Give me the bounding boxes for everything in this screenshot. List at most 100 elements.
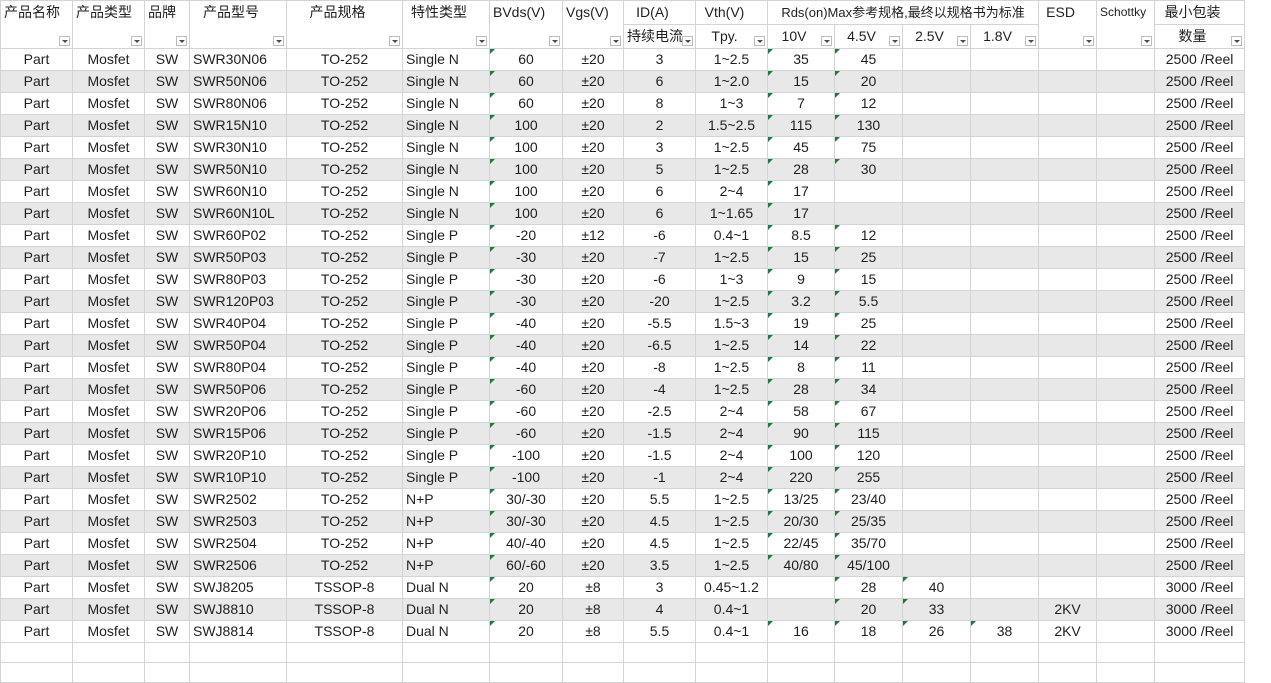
cell-brand[interactable]: SW <box>144 268 190 291</box>
cell-rds-10v[interactable]: 17 <box>767 202 835 225</box>
cell-package[interactable]: TO-252 <box>286 180 403 203</box>
cell-rds-18v[interactable] <box>969 488 1040 511</box>
cell-id[interactable]: 4 <box>623 598 696 621</box>
cell-rds-45v[interactable]: 255 <box>834 466 903 489</box>
empty-cell[interactable] <box>834 642 903 663</box>
cell-minpack[interactable]: 2500 /Reel <box>1154 356 1246 379</box>
cell-rds-45v[interactable]: 67 <box>834 400 903 423</box>
cell-vgs[interactable]: ±20 <box>562 466 624 489</box>
cell-package[interactable]: TSSOP-8 <box>286 576 403 599</box>
cell-vgs[interactable]: ±12 <box>562 224 624 247</box>
cell-schottky[interactable] <box>1096 356 1156 379</box>
cell-type[interactable]: Mosfet <box>72 422 145 445</box>
cell-rds-10v[interactable]: 28 <box>767 378 835 401</box>
cell-id[interactable]: -6.5 <box>623 334 696 357</box>
empty-cell[interactable] <box>0 662 73 683</box>
cell-feature[interactable]: Single N <box>402 114 490 137</box>
empty-cell[interactable] <box>189 642 287 663</box>
cell-package[interactable]: TO-252 <box>286 466 403 489</box>
cell-type[interactable]: Mosfet <box>72 70 145 93</box>
cell-feature[interactable]: Dual N <box>402 598 490 621</box>
cell-rds-25v[interactable] <box>902 268 971 291</box>
cell-vth[interactable]: 1~2.5 <box>695 510 768 533</box>
filter-dropdown-icon[interactable] <box>273 36 284 46</box>
cell-esd[interactable] <box>1038 312 1098 335</box>
cell-minpack[interactable]: 2500 /Reel <box>1154 136 1246 159</box>
cell-package[interactable]: TO-252 <box>286 70 403 93</box>
filter-dropdown-icon[interactable] <box>59 36 70 46</box>
cell-minpack[interactable]: 3000 /Reel <box>1154 620 1246 643</box>
cell-schottky[interactable] <box>1096 422 1156 445</box>
cell-rds-25v[interactable] <box>902 510 971 533</box>
cell-rds-25v[interactable]: 33 <box>902 598 971 621</box>
cell-vth[interactable]: 1.5~3 <box>695 312 768 335</box>
cell-bvds[interactable]: 20 <box>489 620 563 643</box>
cell-bvds[interactable]: 20 <box>489 576 563 599</box>
cell-esd[interactable] <box>1038 378 1098 401</box>
cell-feature[interactable]: Single P <box>402 378 490 401</box>
cell-rds-10v[interactable]: 19 <box>767 312 835 335</box>
cell-schottky[interactable] <box>1096 532 1156 555</box>
cell-bvds[interactable]: 30/-30 <box>489 488 563 511</box>
cell-id[interactable]: -6 <box>623 268 696 291</box>
cell-vgs[interactable]: ±20 <box>562 180 624 203</box>
cell-id[interactable]: -1.5 <box>623 444 696 467</box>
cell-vgs[interactable]: ±20 <box>562 334 624 357</box>
cell-model[interactable]: SWR120P03 <box>189 290 287 313</box>
cell-rds-18v[interactable] <box>969 268 1040 291</box>
cell-minpack[interactable]: 2500 /Reel <box>1154 70 1246 93</box>
cell-rds-18v[interactable] <box>969 422 1040 445</box>
cell-minpack[interactable]: 2500 /Reel <box>1154 422 1246 445</box>
cell-type[interactable]: Mosfet <box>72 620 145 643</box>
cell-vth[interactable]: 1~1.65 <box>695 202 768 225</box>
cell-rds-25v[interactable] <box>902 466 971 489</box>
cell-type[interactable]: Mosfet <box>72 510 145 533</box>
empty-cell[interactable] <box>286 642 403 663</box>
filter-dropdown-icon[interactable] <box>957 36 968 46</box>
cell-package[interactable]: TO-252 <box>286 532 403 555</box>
cell-vth[interactable]: 1~2.5 <box>695 356 768 379</box>
cell-model[interactable]: SWR10P10 <box>189 466 287 489</box>
cell-schottky[interactable] <box>1096 598 1156 621</box>
cell-vth[interactable]: 1~3 <box>695 92 768 115</box>
cell-brand[interactable]: SW <box>144 224 190 247</box>
cell-model[interactable]: SWR50N10 <box>189 158 287 181</box>
cell-id[interactable]: 3 <box>623 576 696 599</box>
cell-schottky[interactable] <box>1096 48 1156 71</box>
cell-vth[interactable]: 1~2.5 <box>695 334 768 357</box>
cell-type[interactable]: Mosfet <box>72 180 145 203</box>
cell-name[interactable]: Part <box>0 554 73 577</box>
cell-feature[interactable]: Single N <box>402 158 490 181</box>
cell-rds-45v[interactable]: 23/40 <box>834 488 903 511</box>
cell-bvds[interactable]: -30 <box>489 246 563 269</box>
cell-model[interactable]: SWR2506 <box>189 554 287 577</box>
cell-rds-25v[interactable] <box>902 70 971 93</box>
cell-name[interactable]: Part <box>0 466 73 489</box>
cell-minpack[interactable]: 2500 /Reel <box>1154 532 1246 555</box>
cell-type[interactable]: Mosfet <box>72 444 145 467</box>
cell-feature[interactable]: Single P <box>402 312 490 335</box>
cell-rds-25v[interactable] <box>902 158 971 181</box>
cell-feature[interactable]: Single P <box>402 356 490 379</box>
cell-model[interactable]: SWR50P04 <box>189 334 287 357</box>
cell-id[interactable]: 3 <box>623 48 696 71</box>
cell-rds-10v[interactable]: 28 <box>767 158 835 181</box>
cell-rds-25v[interactable] <box>902 488 971 511</box>
cell-rds-10v[interactable]: 35 <box>767 48 835 71</box>
cell-minpack[interactable]: 2500 /Reel <box>1154 158 1246 181</box>
cell-rds-10v[interactable]: 3.2 <box>767 290 835 313</box>
cell-package[interactable]: TO-252 <box>286 158 403 181</box>
cell-vth[interactable]: 1.5~2.5 <box>695 114 768 137</box>
cell-rds-25v[interactable]: 26 <box>902 620 971 643</box>
cell-vth[interactable]: 1~2.5 <box>695 136 768 159</box>
cell-model[interactable]: SWJ8810 <box>189 598 287 621</box>
cell-type[interactable]: Mosfet <box>72 202 145 225</box>
cell-bvds[interactable]: -60 <box>489 422 563 445</box>
cell-schottky[interactable] <box>1096 290 1156 313</box>
cell-rds-10v[interactable]: 13/25 <box>767 488 835 511</box>
cell-name[interactable]: Part <box>0 268 73 291</box>
cell-brand[interactable]: SW <box>144 180 190 203</box>
cell-vgs[interactable]: ±8 <box>562 620 624 643</box>
cell-rds-25v[interactable] <box>902 48 971 71</box>
cell-model[interactable]: SWR50P06 <box>189 378 287 401</box>
